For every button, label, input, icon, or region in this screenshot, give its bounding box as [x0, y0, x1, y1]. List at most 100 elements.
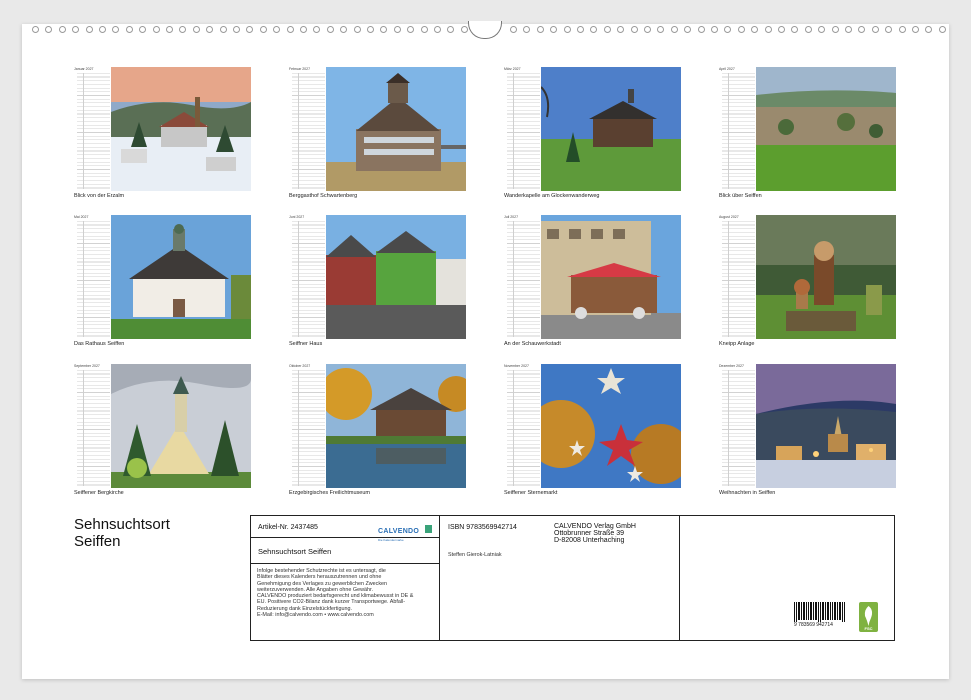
photo-workshop-stall — [541, 215, 681, 339]
binding-hole — [340, 26, 348, 33]
month-preview-december: Dezember 2027 Weihnachten in Seiffen — [719, 364, 897, 500]
photo-view-over-town — [756, 67, 896, 191]
month-grid: Juli 2027 — [504, 215, 540, 339]
photo-christmas-village — [756, 364, 896, 488]
binding-hole — [630, 26, 638, 33]
isbn-barcode: 9 783569 942714 — [794, 602, 846, 628]
calvendo-flag-icon — [424, 524, 432, 533]
binding-hole — [192, 26, 200, 33]
binding-hole — [353, 26, 361, 33]
binding-hole — [326, 26, 334, 33]
product-title: Sehnsuchtsort Seiffen — [258, 547, 332, 556]
binding-hole — [577, 26, 584, 33]
binding-hole — [603, 26, 611, 33]
month-preview-march: März 2027 Wanderkapelle am Glockenwander… — [504, 67, 682, 203]
month-grid: August 2027 — [719, 215, 755, 339]
month-name: August 2027 — [719, 215, 739, 219]
month-name: Dezember 2027 — [719, 364, 744, 368]
publisher-line: Ottobrunner Straße 39 — [554, 530, 625, 537]
binding-hole — [764, 26, 772, 33]
info-column-publisher: ISBN 9783569942714 CALVENDO Verlag GmbH … — [440, 516, 680, 640]
photo-caption: Blick von der Erzalm — [74, 193, 125, 199]
month-grid: März 2027 — [504, 67, 540, 191]
photo-open-air-museum — [326, 364, 466, 488]
month-name: Januar 2027 — [74, 67, 94, 71]
publisher-address: CALVENDO Verlag GmbH Ottobrunner Straße … — [554, 523, 636, 544]
month-grid: September 2027 — [74, 364, 110, 488]
legal-text: Infolge bestehender Schutzrechte ist es … — [251, 568, 439, 618]
binding-hole — [206, 26, 214, 33]
month-preview-june: Juni 2027 Seiffner Haus — [289, 215, 467, 351]
binding-hole — [550, 26, 558, 33]
binding-hole — [804, 26, 812, 33]
publisher-line: CALVENDO Verlag GmbH — [554, 523, 636, 530]
binding-hole — [898, 26, 906, 33]
binding-hole — [711, 26, 718, 33]
calendar-title-line1: Sehnsuchtsort — [74, 516, 170, 533]
binding-hole — [393, 26, 401, 33]
publisher-line: D-82008 Unterhaching — [554, 537, 625, 544]
binding-hole — [447, 26, 455, 33]
binding-hole — [938, 26, 946, 33]
info-column-product: Artikel-Nr. 2437485 CALVENDO Die Kalende… — [251, 516, 440, 640]
binding-hole — [420, 26, 428, 33]
binding-hole — [818, 26, 826, 33]
month-preview-august: August 2027 Kneipp Anlage — [719, 215, 897, 351]
photo-caption: An der Schauwerkstadt — [504, 341, 561, 347]
binding-hole — [657, 26, 665, 33]
binding-hole — [72, 26, 80, 33]
author: Steffen Gierok-Latniak — [448, 552, 502, 558]
binding-hole — [563, 26, 571, 33]
month-grid: Juni 2027 — [289, 215, 325, 339]
binding-hole — [617, 26, 625, 33]
binding-hole — [300, 26, 307, 33]
binding-hole — [139, 26, 147, 33]
info-column-barcode: 9 783569 942714 FSC — [680, 516, 894, 640]
binding-hole — [460, 26, 468, 33]
binding-hole — [791, 26, 799, 33]
photo-caption: Das Rathaus Seiffen — [74, 341, 125, 347]
barcode-number: 9 783569 942714 — [794, 622, 833, 628]
month-name: Februar 2027 — [289, 67, 311, 71]
legal-line: E-Mail: info@calvendo.com • www.calvendo… — [257, 612, 374, 619]
binding-hole — [246, 26, 254, 33]
month-preview-july: Juli 2027 An der Schauwerkstadt — [504, 215, 682, 351]
binding-hole — [590, 26, 598, 33]
binding-hole — [233, 26, 240, 33]
photo-mountain-church — [111, 364, 251, 488]
month-name: Mai 2027 — [74, 215, 89, 219]
product-title-row: Sehnsuchtsort Seiffen — [251, 538, 439, 564]
month-grid: Mai 2027 — [74, 215, 110, 339]
photo-seiffner-house — [326, 215, 466, 339]
binding-hole — [523, 26, 531, 33]
binding-hole — [737, 26, 745, 33]
month-grid: April 2027 — [719, 67, 755, 191]
binding-hole — [778, 26, 785, 33]
binding-hole — [845, 26, 852, 33]
article-number: Artikel-Nr. 2437485 — [258, 524, 318, 531]
calvendo-logo-text: CALVENDO — [378, 528, 420, 535]
month-name: Oktober 2027 — [289, 364, 311, 368]
calendar-title-line2: Seiffen — [74, 533, 121, 550]
binding-hole — [32, 26, 39, 33]
binding-hole — [885, 26, 893, 33]
month-name: April 2027 — [719, 67, 735, 71]
binding-hole — [85, 26, 93, 33]
month-name: November 2027 — [504, 364, 529, 368]
binding-hole — [99, 26, 106, 33]
binding-hole — [858, 26, 866, 33]
binding-hole — [112, 26, 120, 33]
binding-hole — [125, 26, 133, 33]
photo-chapel — [541, 67, 681, 191]
article-row: Artikel-Nr. 2437485 CALVENDO Die Kalende… — [251, 516, 439, 542]
binding-hole — [684, 26, 692, 33]
photo-caption: Berggasthof Schwartenberg — [289, 193, 358, 199]
binding-hole — [367, 26, 374, 33]
month-preview-october: Oktober 2027 Erzgebirgisches Freilichtmu… — [289, 364, 467, 500]
photo-star-market — [541, 364, 681, 488]
month-name: Juli 2027 — [504, 215, 519, 219]
binding-hole — [179, 26, 187, 33]
binding-hole — [644, 26, 651, 33]
month-name: September 2027 — [74, 364, 100, 368]
month-preview-february: Februar 2027 Berggasthof Schwartenberg — [289, 67, 467, 203]
